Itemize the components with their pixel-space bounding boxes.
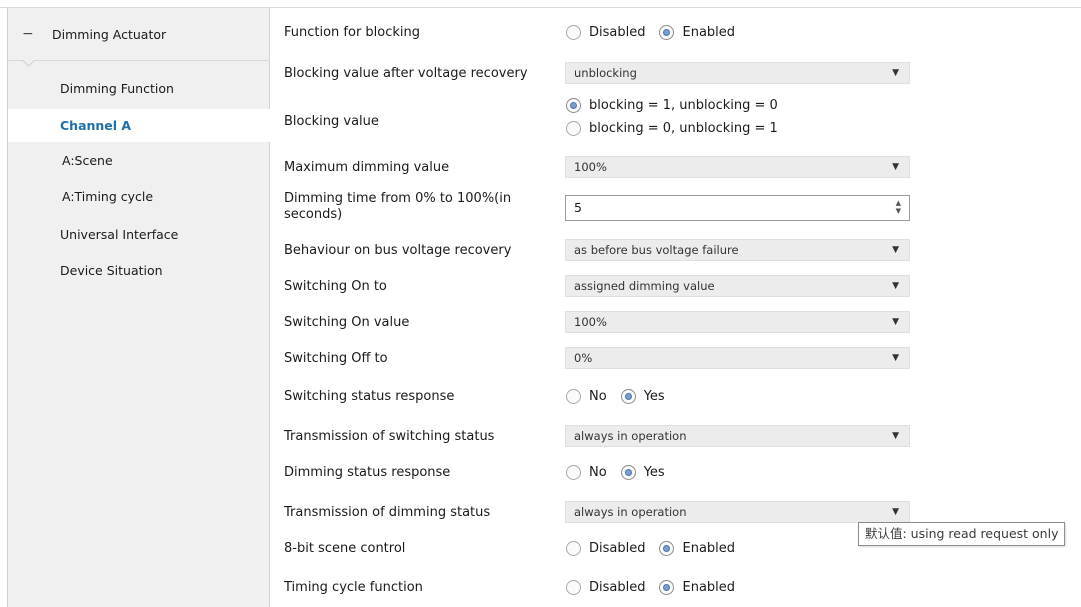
sidebar-item-a-timing-cycle[interactable]: A:Timing cycle [8, 180, 269, 213]
radio-label-enabled: Enabled [682, 580, 736, 595]
param-label: Function for blocking [284, 25, 421, 40]
chevron-down-icon: ▼ [892, 162, 899, 172]
sidebar-item-dimming-function[interactable]: Dimming Function [8, 72, 269, 105]
select-value: always in operation [574, 429, 687, 443]
param-label: Transmission of dimming status [284, 505, 491, 520]
radio-option-2[interactable] [566, 121, 581, 136]
select-value: 100% [574, 160, 607, 174]
spinner-arrows-icon[interactable]: ▲ ▼ [896, 199, 901, 215]
radio-option-1[interactable] [566, 98, 581, 113]
param-label: Switching status response [284, 389, 455, 404]
radio-yes[interactable] [620, 389, 636, 404]
param-label: Switching On to [284, 279, 387, 294]
sidebar-pointer [22, 54, 35, 67]
chevron-down-icon: ▼ [892, 507, 899, 517]
sidebar-header-label: Dimming Actuator [52, 27, 167, 42]
param-label-line1: Dimming time from 0% to 100%(in [284, 191, 512, 206]
radio-label-enabled: Enabled [682, 541, 736, 556]
sidebar-item-device-situation[interactable]: Device Situation [8, 254, 269, 287]
radio-disabled[interactable] [566, 25, 581, 40]
radio-label-disabled: Disabled [589, 541, 646, 556]
radio-label-disabled: Disabled [589, 25, 646, 40]
select-value: unblocking [574, 66, 637, 80]
param-label: Switching Off to [284, 351, 388, 366]
sidebar-item-universal-interface[interactable]: Universal Interface [8, 218, 269, 251]
chevron-down-icon: ▼ [892, 353, 899, 363]
select-value: 100% [574, 315, 607, 329]
spinbox-value: 5 [574, 200, 582, 215]
select-value: assigned dimming value [574, 279, 715, 293]
sidebar: − Dimming Actuator Dimming Function Chan… [8, 8, 270, 607]
select-maximum-dimming-value[interactable]: 100% ▼ [565, 156, 910, 178]
sidebar-item-channel-a[interactable]: Channel A [8, 109, 270, 142]
radio-disabled[interactable] [566, 580, 581, 595]
collapse-icon[interactable]: − [22, 26, 34, 42]
radio-group-dimming-status-response: No Yes [566, 465, 679, 480]
param-label: Dimming status response [284, 465, 451, 480]
chevron-down-icon: ▼ [892, 281, 899, 291]
radio-label-no: No [589, 465, 607, 480]
radio-no[interactable] [566, 465, 581, 480]
radio-label-option-1: blocking = 1, unblocking = 0 [589, 98, 778, 113]
param-label: Switching On value [284, 315, 410, 330]
radio-label-disabled: Disabled [589, 580, 646, 595]
radio-enabled[interactable] [659, 541, 675, 556]
radio-yes[interactable] [620, 465, 636, 480]
param-label: Blocking value after voltage recovery [284, 66, 528, 81]
chevron-down-icon: ▼ [892, 431, 899, 441]
select-value: 0% [574, 351, 593, 365]
radio-label-enabled: Enabled [682, 25, 736, 40]
radio-blocking-0-unblocking-1: blocking = 0, unblocking = 1 [566, 121, 792, 136]
radio-label-no: No [589, 389, 607, 404]
select-transmission-switching-status[interactable]: always in operation ▼ [565, 425, 910, 447]
param-label: Blocking value [284, 114, 379, 129]
param-label-line2: seconds) [284, 207, 343, 222]
default-value-tooltip: 默认值: using read request only [858, 522, 1066, 546]
param-label: Transmission of switching status [284, 429, 495, 444]
select-transmission-dimming-status[interactable]: always in operation ▼ [565, 501, 910, 523]
chevron-down-icon: ▼ [892, 245, 899, 255]
spin-down-icon[interactable]: ▼ [896, 207, 901, 215]
radio-enabled[interactable] [659, 580, 675, 595]
radio-group-switching-status-response: No Yes [566, 389, 679, 404]
sidebar-item-label: Dimming Function [60, 81, 174, 96]
select-switching-on-value[interactable]: 100% ▼ [565, 311, 910, 333]
select-blocking-value-after-recovery[interactable]: unblocking ▼ [565, 62, 910, 84]
select-behaviour-on-recovery[interactable]: as before bus voltage failure ▼ [565, 239, 910, 261]
sidebar-item-label: Device Situation [60, 263, 163, 278]
radio-label-yes: Yes [643, 389, 665, 404]
select-switching-on-to[interactable]: assigned dimming value ▼ [565, 275, 910, 297]
radio-label-option-2: blocking = 0, unblocking = 1 [589, 121, 778, 136]
param-label: 8-bit scene control [284, 541, 406, 556]
param-label: Maximum dimming value [284, 160, 450, 175]
sidebar-item-label: Universal Interface [60, 227, 179, 242]
chevron-down-icon: ▼ [892, 68, 899, 78]
radio-disabled[interactable] [566, 541, 581, 556]
param-label: Behaviour on bus voltage recovery [284, 243, 512, 258]
radio-label-yes: Yes [643, 465, 665, 480]
spin-up-icon[interactable]: ▲ [896, 199, 901, 207]
param-label: Dimming time from 0% to 100%(in seconds) [284, 191, 511, 223]
chevron-down-icon: ▼ [892, 317, 899, 327]
select-value: always in operation [574, 505, 687, 519]
select-switching-off-to[interactable]: 0% ▼ [565, 347, 910, 369]
select-value: as before bus voltage failure [574, 243, 739, 257]
sidebar-item-label: A:Scene [62, 153, 113, 168]
radio-no[interactable] [566, 389, 581, 404]
sidebar-item-label: A:Timing cycle [62, 189, 154, 204]
radio-group-8bit-scene-control: Disabled Enabled [566, 541, 749, 556]
sidebar-item-a-scene[interactable]: A:Scene [8, 144, 269, 177]
radio-group-function-for-blocking: Disabled Enabled [566, 25, 749, 40]
radio-group-timing-cycle-function: Disabled Enabled [566, 580, 749, 595]
sidebar-item-label: Channel A [60, 118, 132, 133]
sidebar-header-dimming-actuator[interactable]: − Dimming Actuator [8, 23, 269, 45]
radio-blocking-1-unblocking-0: blocking = 1, unblocking = 0 [566, 98, 792, 113]
radio-enabled[interactable] [659, 25, 675, 40]
sidebar-divider [8, 60, 269, 61]
param-label: Timing cycle function [284, 580, 423, 595]
spinbox-dimming-time[interactable]: 5 ▲ ▼ [565, 195, 910, 221]
